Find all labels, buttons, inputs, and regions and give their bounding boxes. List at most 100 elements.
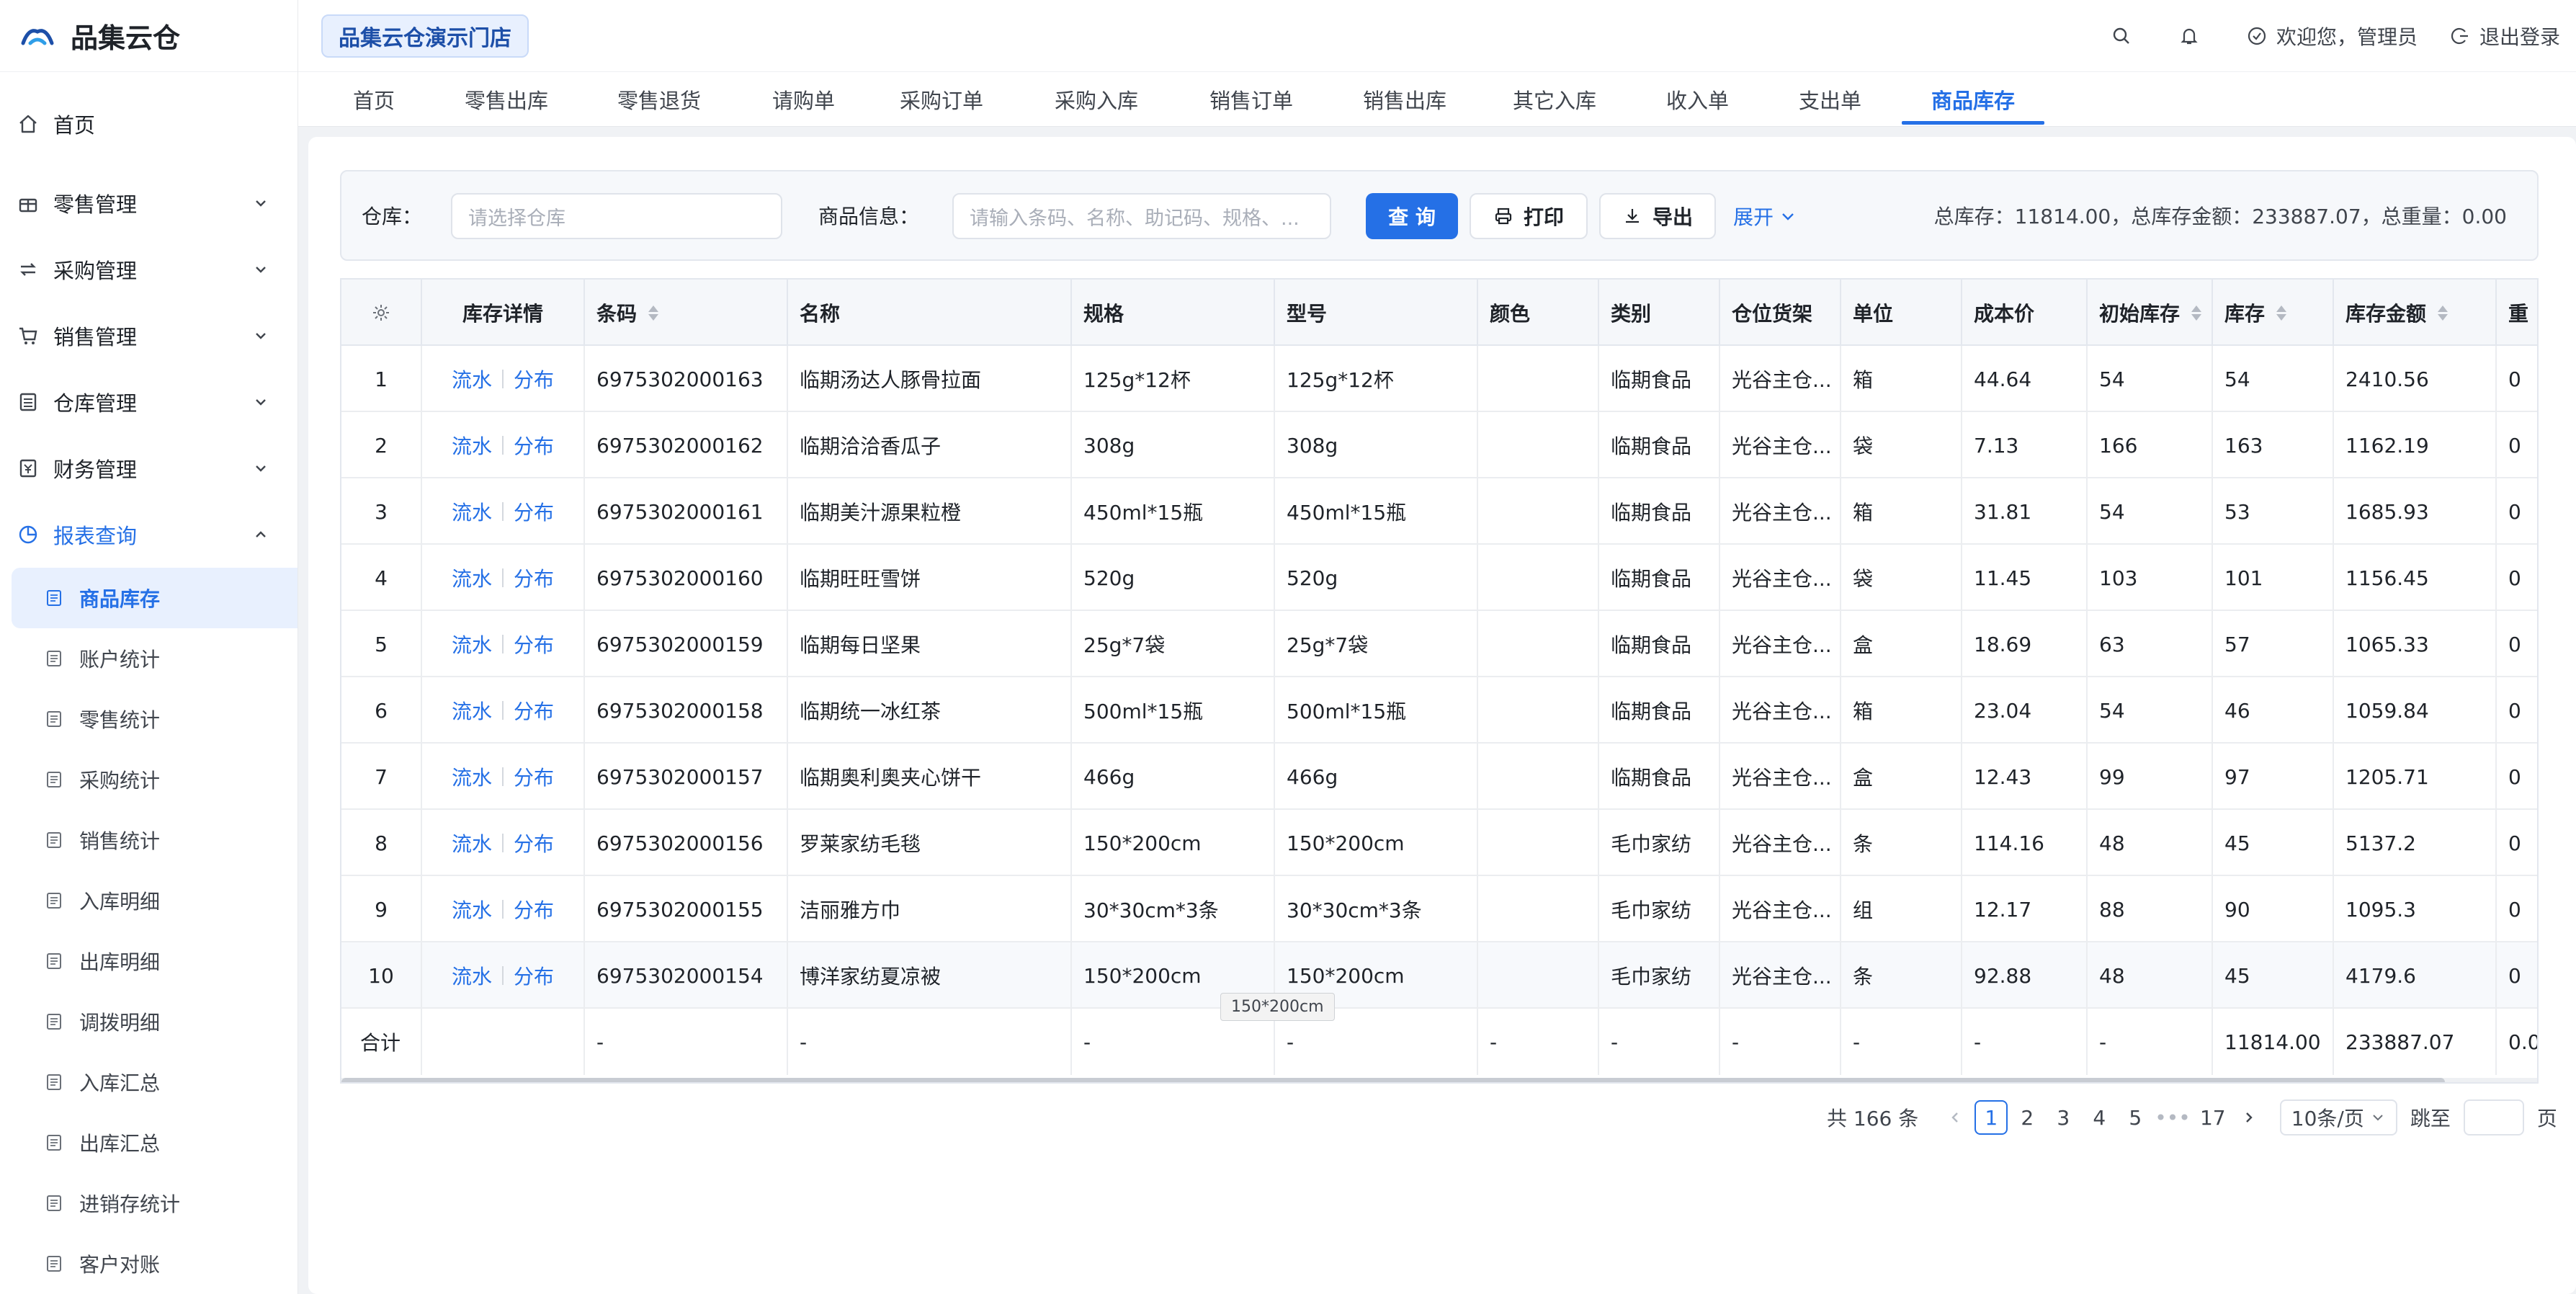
tab-item[interactable]: 商品库存 — [1931, 72, 2015, 127]
table-row[interactable]: 3 流水 分布 6975302000161 临期美汁源果粒橙 450ml*15瓶 450ml… — [341, 478, 2537, 545]
tab-item[interactable]: 销售出库 — [1363, 72, 1446, 127]
menu-purchase[interactable]: 采购管理 — [0, 236, 298, 303]
flow-link[interactable]: 流水 — [452, 961, 492, 990]
menu-finance[interactable]: 财务管理 — [0, 435, 298, 501]
cell-weight: 0 — [2497, 346, 2537, 412]
tab-item[interactable]: 收入单 — [1666, 72, 1729, 127]
page-number[interactable]: 1 — [1975, 1100, 2008, 1135]
flow-link[interactable]: 流水 — [452, 829, 492, 857]
table-row[interactable]: 2 流水 分布 6975302000162 临期洽洽香瓜子 308g 308g 临期食品 光谷主… — [341, 412, 2537, 478]
notification-button[interactable] — [2178, 25, 2200, 47]
menu-home[interactable]: 首页 — [0, 104, 298, 144]
column-header[interactable]: 库存 — [2213, 280, 2334, 346]
tab-item[interactable]: 其它入库 — [1513, 72, 1596, 127]
user-menu[interactable]: 欢迎您，管理员 — [2246, 22, 2418, 50]
print-button[interactable]: 打印 — [1470, 193, 1588, 239]
flow-link[interactable]: 流水 — [452, 762, 492, 791]
table-row[interactable]: 4 流水 分布 6975302000160 临期旺旺雪饼 520g 520g 临期食品 光谷主仓… — [341, 545, 2537, 611]
next-page-button[interactable] — [2232, 1100, 2266, 1135]
tab-item[interactable]: 支出单 — [1799, 72, 1861, 127]
distribution-link[interactable]: 分布 — [514, 497, 554, 526]
sidebar-item-report[interactable]: 出库明细 — [0, 931, 298, 991]
expand-toggle[interactable]: 展开 — [1733, 193, 1797, 239]
tab-item[interactable]: 零售退货 — [617, 72, 701, 127]
distribution-link[interactable]: 分布 — [514, 762, 554, 791]
jump-page-input[interactable] — [2463, 1099, 2524, 1135]
sidebar-item-report[interactable]: 入库汇总 — [0, 1052, 298, 1112]
table-row[interactable]: 1 流水 分布 6975302000163 临期汤达人豚骨拉面 125g*12杯 125g*… — [341, 346, 2537, 412]
column-header[interactable]: 库存金额 — [2334, 280, 2497, 346]
tab-item[interactable]: 请购单 — [772, 72, 835, 127]
tab-item[interactable]: 零售出库 — [465, 72, 548, 127]
tab-item[interactable]: 销售订单 — [1209, 72, 1293, 127]
distribution-link[interactable]: 分布 — [514, 563, 554, 592]
sidebar-item-report[interactable]: 商品库存 — [12, 568, 298, 628]
page-number[interactable]: 3 — [2047, 1100, 2080, 1135]
search-button[interactable] — [2111, 25, 2132, 47]
cell-init: 48 — [2088, 942, 2213, 1009]
page-number[interactable]: 5 — [2119, 1100, 2152, 1135]
flow-link[interactable]: 流水 — [452, 365, 492, 393]
export-button[interactable]: 导出 — [1599, 193, 1716, 239]
flow-link[interactable]: 流水 — [452, 563, 492, 592]
sidebar-item-report[interactable]: 零售统计 — [0, 689, 298, 749]
tab-item[interactable]: 首页 — [353, 72, 395, 127]
tab-item[interactable]: 采购订单 — [900, 72, 983, 127]
sort-icon[interactable] — [2438, 305, 2448, 321]
sidebar-item-report[interactable]: 调拨明细 — [0, 991, 298, 1052]
column-header[interactable]: 条码 — [585, 280, 788, 346]
sidebar-item-report[interactable]: 账户统计 — [0, 628, 298, 689]
table-row[interactable]: 8 流水 分布 6975302000156 罗莱家纺毛毯 150*200cm 150*200… — [341, 810, 2537, 876]
page-number[interactable]: 2 — [2011, 1100, 2044, 1135]
flow-link[interactable]: 流水 — [452, 895, 492, 924]
store-badge[interactable]: 品集云仓演示门店 — [321, 14, 529, 58]
prev-page-button[interactable] — [1938, 1100, 1972, 1135]
page-size-select[interactable]: 10条/页 — [2279, 1099, 2397, 1135]
sidebar-item-report[interactable]: 销售统计 — [0, 810, 298, 870]
sidebar-item-report[interactable]: 进销存统计 — [0, 1173, 298, 1233]
sidebar-item-report[interactable]: 客户对账 — [0, 1233, 298, 1294]
warehouse-select[interactable]: 请选择仓库 — [451, 193, 782, 239]
sort-icon[interactable] — [2276, 305, 2287, 321]
table-row[interactable]: 6 流水 分布 6975302000158 临期统一冰红茶 500ml*15瓶 500ml*… — [341, 677, 2537, 744]
sort-icon[interactable] — [648, 305, 659, 321]
distribution-link[interactable]: 分布 — [514, 895, 554, 924]
menu-sales[interactable]: 销售管理 — [0, 303, 298, 369]
menu-retail[interactable]: 零售管理 — [0, 170, 298, 236]
column-settings[interactable] — [341, 280, 422, 346]
logout-button[interactable]: 退出登录 — [2449, 22, 2560, 50]
cell-barcode: 6975302000162 — [585, 412, 788, 478]
page-ellipsis[interactable]: ••• — [2155, 1100, 2191, 1135]
table-row[interactable]: 10 流水 分布 6975302000154 博洋家纺夏凉被 150*200cm 150*2… — [341, 942, 2537, 1009]
flow-link[interactable]: 流水 — [452, 497, 492, 526]
sidebar-item-label: 出库汇总 — [79, 1132, 161, 1156]
page-number[interactable]: 17 — [2196, 1100, 2230, 1135]
table-row[interactable]: 9 流水 分布 6975302000155 洁丽雅方巾 30*30cm*3条 30*30cm… — [341, 876, 2537, 942]
column-header[interactable]: 初始库存 — [2088, 280, 2213, 346]
distribution-link[interactable]: 分布 — [514, 630, 554, 659]
horizontal-scrollbar[interactable] — [341, 1078, 2537, 1082]
scrollbar-thumb[interactable] — [341, 1078, 2445, 1082]
page-number[interactable]: 4 — [2083, 1100, 2116, 1135]
row-number: 5 — [341, 611, 422, 677]
query-button[interactable]: 查 询 — [1366, 193, 1458, 239]
distribution-link[interactable]: 分布 — [514, 829, 554, 857]
flow-link[interactable]: 流水 — [452, 696, 492, 725]
table-row[interactable]: 5 流水 分布 6975302000159 临期每日坚果 25g*7袋 25g*7袋 临期食品… — [341, 611, 2537, 677]
flow-link[interactable]: 流水 — [452, 630, 492, 659]
table-row[interactable]: 7 流水 分布 6975302000157 临期奥利奥夹心饼干 466g 466g 临期食品光… — [341, 744, 2537, 810]
menu-warehouse[interactable]: 仓库管理 — [0, 369, 298, 435]
sidebar-item-report[interactable]: 采购统计 — [0, 749, 298, 810]
distribution-link[interactable]: 分布 — [514, 696, 554, 725]
sort-icon[interactable] — [2191, 305, 2202, 321]
app-logo[interactable]: 品集云仓 — [0, 0, 298, 72]
tab-item[interactable]: 采购入库 — [1055, 72, 1138, 127]
flow-link[interactable]: 流水 — [452, 431, 492, 460]
sidebar-item-report[interactable]: 出库汇总 — [0, 1112, 298, 1173]
distribution-link[interactable]: 分布 — [514, 431, 554, 460]
sidebar-item-report[interactable]: 入库明细 — [0, 870, 298, 931]
menu-reports[interactable]: 报表查询 — [0, 501, 298, 568]
goods-search-input[interactable]: 请输入条码、名称、助记码、规格、... — [952, 193, 1331, 239]
distribution-link[interactable]: 分布 — [514, 365, 554, 393]
distribution-link[interactable]: 分布 — [514, 961, 554, 990]
